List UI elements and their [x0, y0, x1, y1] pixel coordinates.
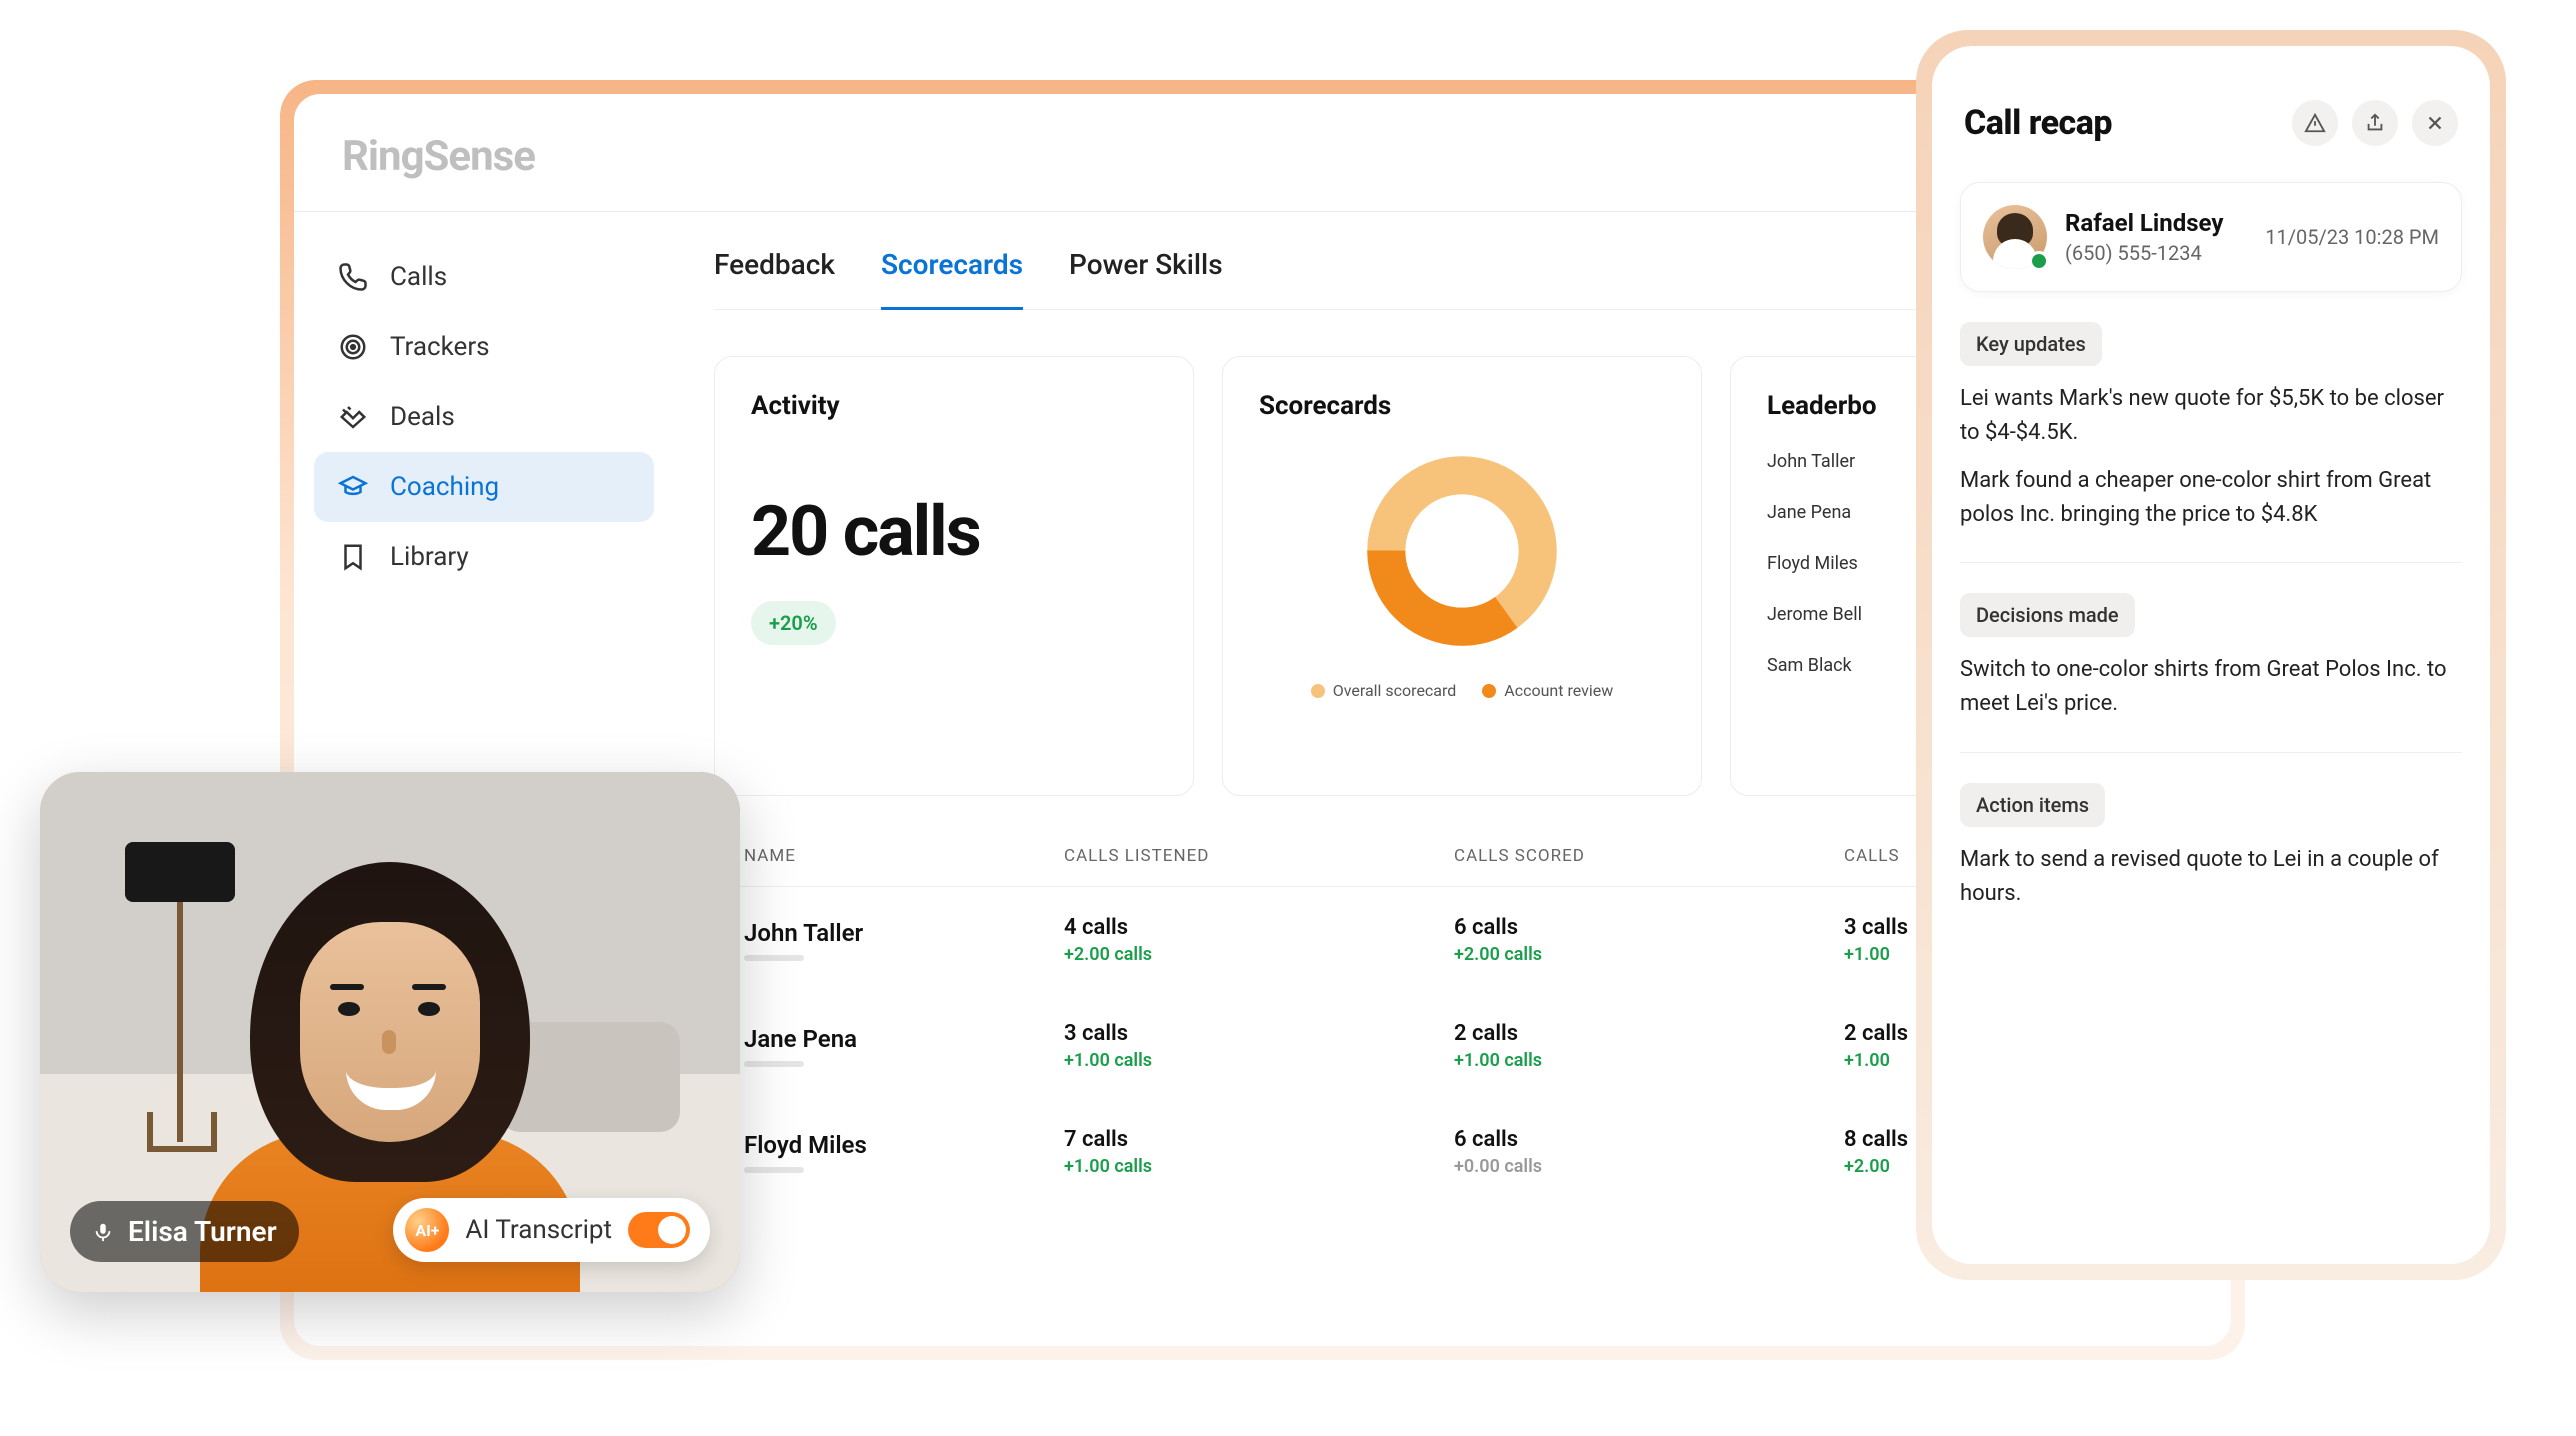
graduation-cap-icon: [338, 472, 368, 502]
contact-phone: (650) 555-1234: [2065, 241, 2247, 265]
close-icon: [2424, 112, 2446, 134]
key-updates-p2: Mark found a cheaper one-color shirt fro…: [1960, 464, 2462, 532]
sidebar-item-deals[interactable]: Deals: [314, 382, 654, 452]
row-bar: [744, 955, 804, 961]
contact-name: Rafael Lindsey: [2065, 209, 2247, 237]
row-name: Floyd Miles: [744, 1131, 1064, 1159]
cell-scored-delta: +2.00 calls: [1454, 944, 1844, 965]
row-bar: [744, 1167, 804, 1173]
sidebar-item-trackers[interactable]: Trackers: [314, 312, 654, 382]
legend-label: Overall scorecard: [1333, 681, 1457, 700]
alert-triangle-icon: [2304, 112, 2326, 134]
recap-title: Call recap: [1964, 103, 2112, 143]
target-icon: [338, 332, 368, 362]
cell-scored-delta: +1.00 calls: [1454, 1050, 1844, 1071]
cell-listened-delta: +1.00 calls: [1064, 1156, 1454, 1177]
tab-feedback[interactable]: Feedback: [714, 242, 835, 309]
tag-actions: Action items: [1960, 783, 2105, 827]
tab-scorecards[interactable]: Scorecards: [881, 242, 1023, 310]
cell-scored-delta: +0.00 calls: [1454, 1156, 1844, 1177]
bookmark-icon: [338, 542, 368, 572]
card-title: Scorecards: [1259, 391, 1665, 421]
ai-badge-icon: AI+: [405, 1208, 449, 1252]
actions-p1: Mark to send a revised quote to Lei in a…: [1960, 843, 2462, 911]
donut-chart: [1362, 451, 1562, 651]
col-listened: CALLS LISTENED: [1064, 846, 1454, 866]
sidebar-item-calls[interactable]: Calls: [314, 242, 654, 312]
sidebar-item-label: Deals: [390, 402, 455, 432]
cell-scored: 6 calls: [1454, 1127, 1844, 1152]
wifi-icon: [2392, 54, 2420, 74]
cell-listened-delta: +1.00 calls: [1064, 1050, 1454, 1071]
recap-header: Call recap: [1960, 92, 2462, 172]
activity-value: 20 calls: [751, 491, 1157, 573]
alert-button[interactable]: [2292, 100, 2338, 146]
ai-transcript-toggle[interactable]: AI+ AI Transcript: [393, 1198, 710, 1262]
cell-scored: 6 calls: [1454, 915, 1844, 940]
key-updates-p1: Lei wants Mark's new quote for $5,5K to …: [1960, 382, 2462, 450]
contact-card[interactable]: Rafael Lindsey (650) 555-1234 11/05/23 1…: [1960, 182, 2462, 292]
divider: [1960, 752, 2462, 753]
video-card: Elisa Turner AI+ AI Transcript: [40, 772, 740, 1292]
col-name: NAME: [744, 846, 1064, 866]
row-name: John Taller: [744, 919, 1064, 947]
sidebar-item-label: Calls: [390, 262, 447, 292]
tag-decisions: Decisions made: [1960, 593, 2135, 637]
divider: [1960, 562, 2462, 563]
toggle-switch[interactable]: [628, 1212, 690, 1248]
decisions-text: Switch to one-color shirts from Great Po…: [1960, 653, 2462, 721]
status-icons: [2352, 54, 2460, 74]
tab-powerskills[interactable]: Power Skills: [1069, 242, 1223, 309]
participant-name: Elisa Turner: [128, 1215, 277, 1248]
video-name-badge: Elisa Turner: [70, 1201, 299, 1262]
contact-timestamp: 11/05/23 10:28 PM: [2265, 225, 2439, 249]
close-button[interactable]: [2412, 100, 2458, 146]
tag-key-updates: Key updates: [1960, 322, 2102, 366]
legend-dot-icon: [1311, 684, 1325, 698]
row-bar: [744, 1061, 804, 1067]
app-title: RingSense: [342, 132, 2183, 181]
phone-icon: [338, 262, 368, 292]
handshake-icon: [338, 402, 368, 432]
mobile-status-bar: 9:41: [1962, 50, 2460, 78]
cell-listened-delta: +2.00 calls: [1064, 944, 1454, 965]
card-title: Activity: [751, 391, 1157, 421]
actions-text: Mark to send a revised quote to Lei in a…: [1960, 843, 2462, 911]
sidebar-item-coaching[interactable]: Coaching: [314, 452, 654, 522]
cell-listened: 7 calls: [1064, 1127, 1454, 1152]
cell-listened: 3 calls: [1064, 1021, 1454, 1046]
battery-icon: [2432, 54, 2460, 74]
card-scorecards: Scorecards Overall scorecard: [1222, 356, 1702, 796]
card-activity: Activity 20 calls +20%: [714, 356, 1194, 796]
activity-delta: +20%: [751, 601, 836, 645]
legend-overall: Overall scorecard: [1311, 681, 1457, 700]
sidebar-item-label: Library: [390, 542, 469, 572]
sidebar-item-label: Trackers: [390, 332, 490, 362]
mobile-window: Call recap Rafael Lindsey (650) 5: [1932, 46, 2490, 1264]
legend-account: Account review: [1482, 681, 1613, 700]
sidebar-item-label: Coaching: [390, 472, 499, 502]
mic-icon: [92, 1221, 114, 1243]
legend-dot-icon: [1482, 684, 1496, 698]
chart-legend: Overall scorecard Account review: [1259, 681, 1665, 700]
row-name: Jane Pena: [744, 1025, 1064, 1053]
signal-icon: [2352, 54, 2380, 74]
col-scored: CALLS SCORED: [1454, 846, 1844, 866]
ai-transcript-label: AI Transcript: [465, 1215, 612, 1245]
key-updates-text: Lei wants Mark's new quote for $5,5K to …: [1960, 382, 2462, 532]
share-button[interactable]: [2352, 100, 2398, 146]
cell-listened: 4 calls: [1064, 915, 1454, 940]
presence-dot-icon: [2029, 251, 2049, 271]
mobile-frame: 9:41 Call recap: [1916, 30, 2506, 1280]
cell-scored: 2 calls: [1454, 1021, 1844, 1046]
sidebar-item-library[interactable]: Library: [314, 522, 654, 592]
share-icon: [2364, 112, 2386, 134]
legend-label: Account review: [1504, 681, 1613, 700]
status-time: 9:41: [1962, 50, 2010, 78]
decisions-p1: Switch to one-color shirts from Great Po…: [1960, 653, 2462, 721]
